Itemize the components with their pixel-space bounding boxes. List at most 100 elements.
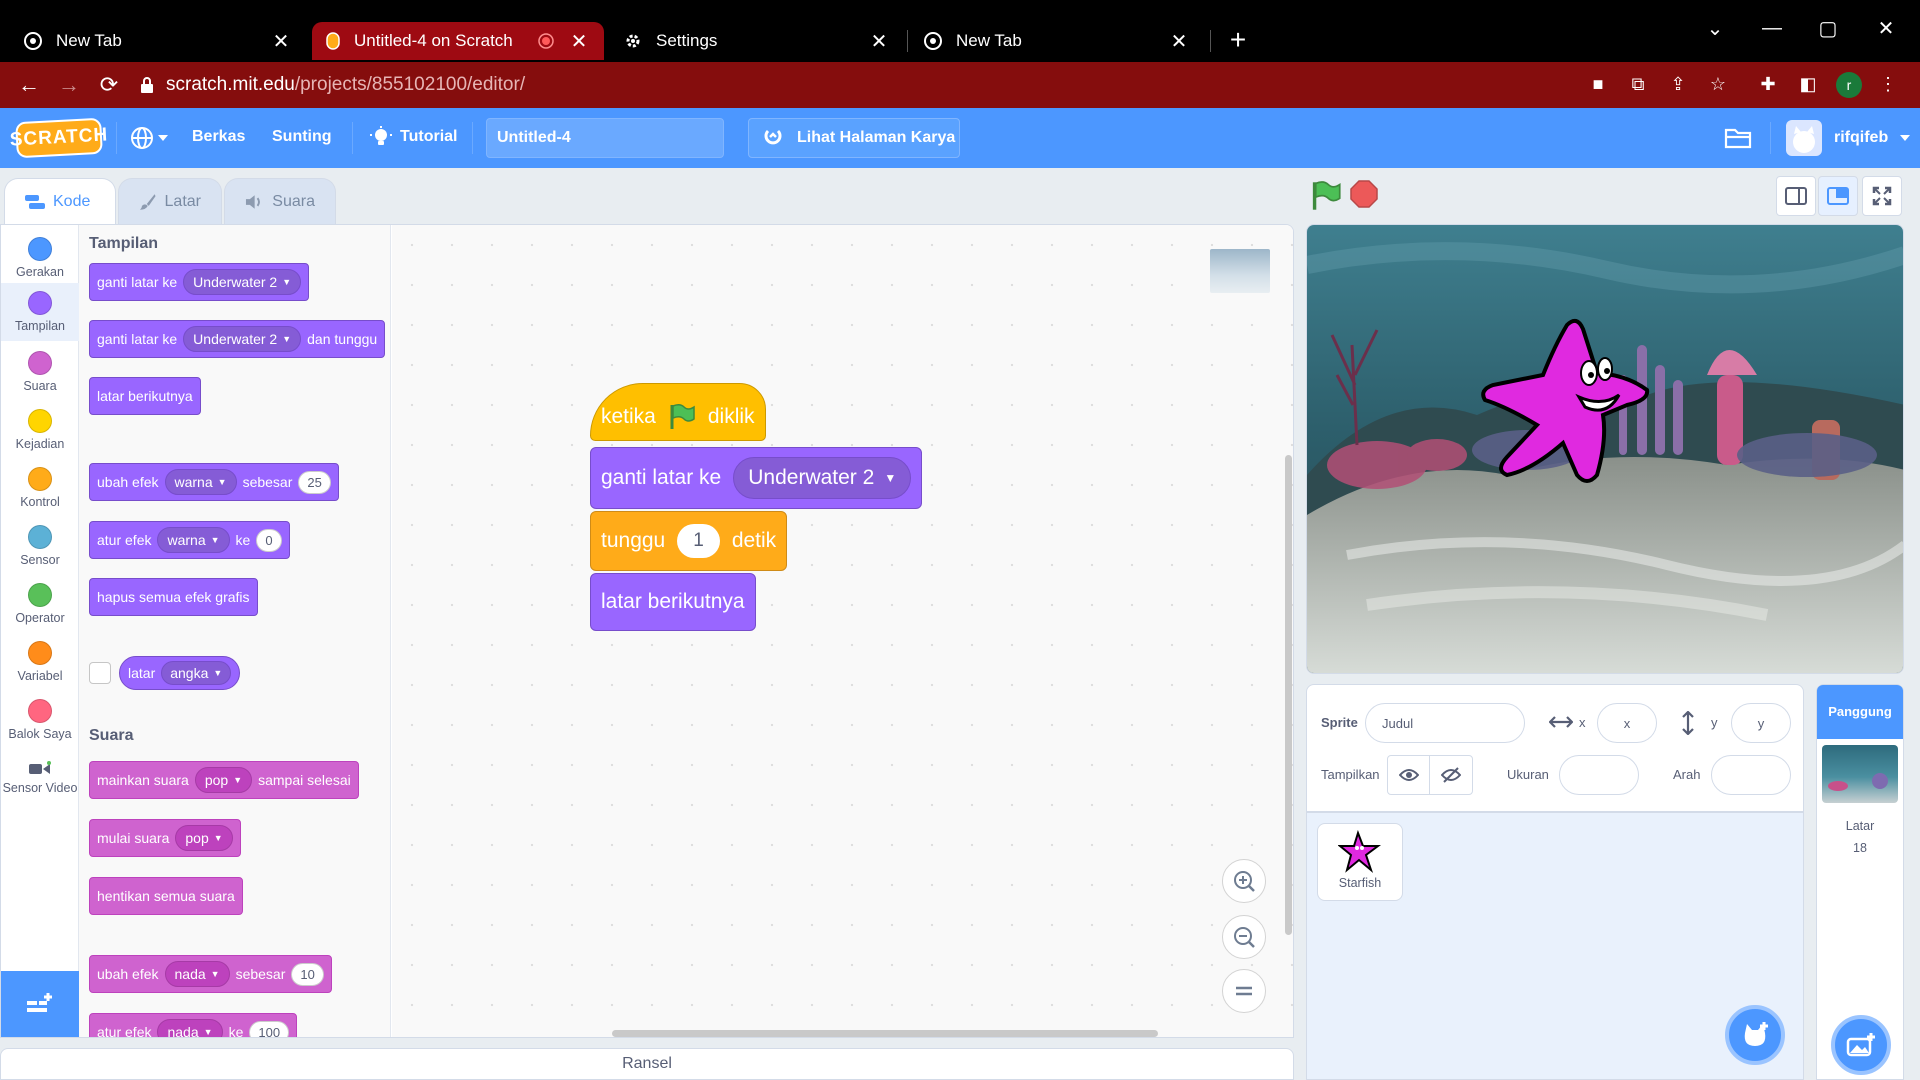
browser-tab-settings[interactable]: Settings ✕ xyxy=(610,22,904,60)
maximize-button[interactable]: ▢ xyxy=(1808,12,1848,44)
sound-dropdown[interactable]: pop ▼ xyxy=(175,825,233,851)
add-extension-button[interactable] xyxy=(1,971,79,1037)
show-sprite-button[interactable] xyxy=(1388,756,1431,794)
direction-field[interactable] xyxy=(1711,755,1791,795)
close-tab-icon[interactable]: ✕ xyxy=(568,29,590,54)
stage-selector[interactable]: Panggung Latar 18 xyxy=(1816,684,1904,1080)
category-sensing[interactable]: Sensor xyxy=(1,517,79,573)
category-events[interactable]: Kejadian xyxy=(1,401,79,457)
stop-button[interactable] xyxy=(1350,180,1382,212)
category-looks[interactable]: Tampilan xyxy=(1,283,79,341)
minimize-button[interactable]: — xyxy=(1752,12,1792,44)
tab-sounds[interactable]: Suara xyxy=(224,178,336,224)
block-clear-graphic-effects[interactable]: hapus semua efek grafis xyxy=(89,578,258,616)
backdrop-property-dropdown[interactable]: angka ▼ xyxy=(161,661,232,685)
hide-sprite-button[interactable] xyxy=(1430,756,1472,794)
block-play-sound-until-done[interactable]: mainkan suara pop ▼ sampai selesai xyxy=(89,761,359,799)
script-switch-backdrop[interactable]: ganti latar ke Underwater 2 ▼ xyxy=(590,447,923,509)
tab-search-icon[interactable]: ⌄ xyxy=(1695,12,1735,44)
close-window-button[interactable]: ✕ xyxy=(1866,12,1906,44)
normal-stage-button[interactable] xyxy=(1818,176,1858,216)
script-when-flag-clicked[interactable]: ketika diklik xyxy=(590,383,766,441)
choose-sprite-button[interactable] xyxy=(1725,1005,1785,1065)
block-next-backdrop[interactable]: latar berikutnya xyxy=(89,377,201,415)
category-sound[interactable]: Suara xyxy=(1,343,79,399)
y-position-field[interactable]: y xyxy=(1731,703,1791,743)
more-menu-icon[interactable]: ⋮ xyxy=(1876,74,1900,96)
tab-backdrops[interactable]: Latar xyxy=(118,178,222,224)
backdrop-dropdown[interactable]: Underwater 2 ▼ xyxy=(183,269,302,295)
close-tab-icon[interactable]: ✕ xyxy=(1168,29,1190,54)
number-input[interactable]: 10 xyxy=(291,962,324,986)
category-variables[interactable]: Variabel xyxy=(1,633,79,689)
block-switch-backdrop-and-wait[interactable]: ganti latar ke Underwater 2 ▼ dan tunggu xyxy=(89,320,386,358)
zoom-out-button[interactable] xyxy=(1222,915,1266,959)
profile-avatar[interactable]: r xyxy=(1836,72,1862,98)
tab-code[interactable]: Kode xyxy=(4,178,116,224)
number-input[interactable]: 0 xyxy=(256,528,282,552)
sprite-tile-starfish[interactable]: Starfish xyxy=(1317,823,1403,901)
category-control[interactable]: Kontrol xyxy=(1,459,79,515)
block-set-effect[interactable]: atur efek warna ▼ ke 0 xyxy=(89,521,290,559)
edit-menu[interactable]: Sunting xyxy=(272,128,332,146)
small-stage-button[interactable] xyxy=(1776,176,1816,216)
category-operators[interactable]: Operator xyxy=(1,575,79,631)
extensions-icon[interactable]: ✚ xyxy=(1756,74,1780,96)
choose-backdrop-button[interactable] xyxy=(1831,1015,1891,1075)
new-tab-button[interactable]: + xyxy=(1222,24,1254,56)
backdrop-dropdown[interactable]: Underwater 2 ▼ xyxy=(183,326,302,352)
category-video-sensing[interactable]: Sensor Video xyxy=(1,751,79,811)
translate-icon[interactable]: ⧉ xyxy=(1626,74,1650,96)
project-title-input[interactable]: Untitled-4 xyxy=(486,118,724,158)
reporter-backdrop[interactable]: latar angka ▼ xyxy=(119,656,241,690)
scratch-logo[interactable]: SCRATCH xyxy=(9,117,109,159)
close-tab-icon[interactable]: ✕ xyxy=(270,29,292,54)
block-change-sound-effect[interactable]: ubah efek nada ▼ sebesar 10 xyxy=(89,955,332,993)
script-area[interactable]: ketika diklik ganti latar ke Underwater … xyxy=(392,225,1293,1037)
monitor-checkbox[interactable] xyxy=(89,662,111,684)
back-button[interactable]: ← xyxy=(14,72,44,98)
sound-effect-dropdown[interactable]: nada ▼ xyxy=(164,961,230,987)
block-switch-backdrop[interactable]: ganti latar ke Underwater 2 ▼ xyxy=(89,263,310,301)
camera-icon[interactable]: ■ xyxy=(1586,74,1610,96)
browser-tab-new-tab[interactable]: New Tab ✕ xyxy=(10,22,306,60)
script-wait[interactable]: tunggu 1 detik xyxy=(590,511,788,571)
sprite-name-field[interactable]: Judul xyxy=(1365,703,1525,743)
file-menu[interactable]: Berkas xyxy=(192,128,245,146)
zoom-reset-button[interactable] xyxy=(1222,969,1266,1013)
sound-effect-dropdown[interactable]: nada ▼ xyxy=(157,1019,223,1037)
seconds-input[interactable]: 1 xyxy=(677,524,720,558)
my-stuff-folder-icon[interactable] xyxy=(1724,124,1752,150)
stage-canvas[interactable] xyxy=(1306,224,1904,674)
block-set-sound-effect[interactable]: atur efek nada ▼ ke 100 xyxy=(89,1013,298,1037)
forward-button[interactable]: → xyxy=(54,72,84,98)
share-icon[interactable]: ⇪ xyxy=(1666,74,1690,96)
green-flag-button[interactable] xyxy=(1310,180,1342,212)
fullscreen-button[interactable] xyxy=(1862,176,1902,216)
script-vertical-scrollbar[interactable] xyxy=(1285,455,1292,935)
block-change-effect[interactable]: ubah efek warna ▼ sebesar 25 xyxy=(89,463,339,501)
category-motion[interactable]: Gerakan xyxy=(1,229,79,285)
tutorial-button[interactable]: Tutorial xyxy=(370,126,457,148)
browser-tab-scratch[interactable]: Untitled-4 on Scratch ✕ xyxy=(312,22,604,60)
browser-tab-new-tab-2[interactable]: New Tab ✕ xyxy=(910,22,1204,60)
effect-dropdown[interactable]: warna ▼ xyxy=(157,527,230,553)
number-input[interactable]: 100 xyxy=(249,1020,290,1037)
bookmark-star-icon[interactable]: ☆ xyxy=(1706,74,1730,96)
language-menu[interactable] xyxy=(130,126,168,150)
backdrop-dropdown[interactable]: Underwater 2 ▼ xyxy=(733,457,912,499)
x-position-field[interactable]: x xyxy=(1597,703,1657,743)
zoom-in-button[interactable] xyxy=(1222,859,1266,903)
script-next-backdrop[interactable]: latar berikutnya xyxy=(590,573,756,631)
see-project-page-button[interactable]: Lihat Halaman Karya xyxy=(748,118,960,158)
number-input[interactable]: 25 xyxy=(298,470,331,494)
side-panel-icon[interactable]: ◧ xyxy=(1796,74,1820,96)
close-tab-icon[interactable]: ✕ xyxy=(868,29,890,54)
block-start-sound[interactable]: mulai suara pop ▼ xyxy=(89,819,241,857)
script-horizontal-scrollbar[interactable] xyxy=(612,1030,1158,1037)
category-my-blocks[interactable]: Balok Saya xyxy=(1,691,79,747)
omnibox[interactable]: scratch.mit.edu/projects/855102100/edito… xyxy=(140,68,525,102)
sound-dropdown[interactable]: pop ▼ xyxy=(194,767,253,793)
block-stop-all-sounds[interactable]: hentikan semua suara xyxy=(89,877,243,915)
size-field[interactable] xyxy=(1559,755,1639,795)
